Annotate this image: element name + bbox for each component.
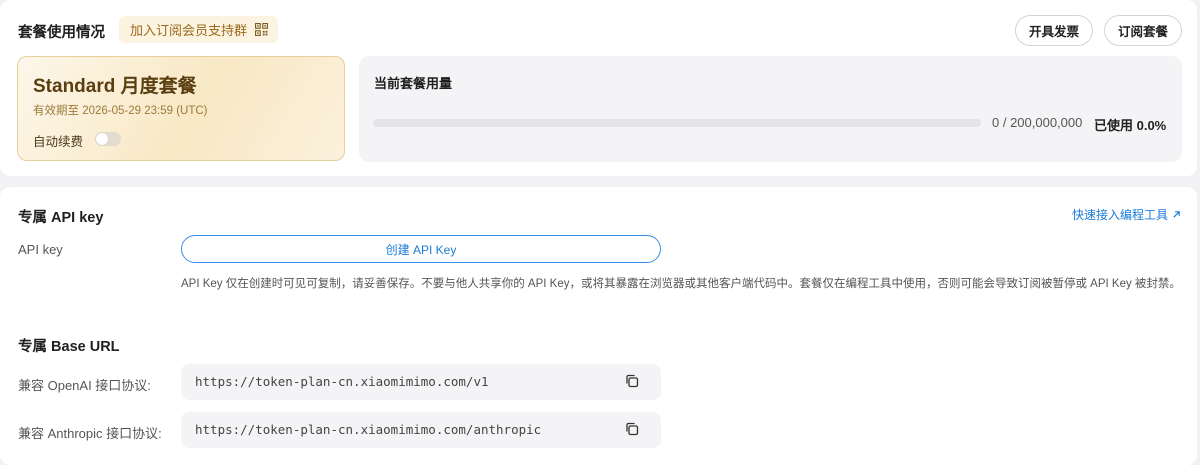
usage-panel: 当前套餐用量 0 / 200,000,000 已使用 0.0% bbox=[359, 56, 1182, 162]
quick-access-link[interactable]: 快速接入编程工具 bbox=[1072, 206, 1181, 223]
base-url-section-title: 专属 Base URL bbox=[18, 339, 120, 355]
copy-icon bbox=[626, 422, 639, 436]
copy-icon bbox=[626, 374, 639, 388]
api-key-label: API key bbox=[18, 242, 63, 257]
plan-usage-card: 套餐使用情况 加入订阅会员支持群 开具发票 订阅套餐 Standard 月度套餐… bbox=[0, 0, 1197, 176]
auto-renew-toggle[interactable] bbox=[95, 132, 121, 146]
copy-openai-url-button[interactable] bbox=[625, 374, 639, 388]
current-plan-card: Standard 月度套餐 有效期至 2026-05-29 23:59 (UTC… bbox=[17, 56, 345, 161]
create-api-key-button[interactable]: 创建 API Key bbox=[181, 235, 661, 263]
usage-progress-bar bbox=[373, 119, 981, 127]
join-member-group-badge[interactable]: 加入订阅会员支持群 bbox=[119, 16, 279, 43]
toggle-knob bbox=[96, 133, 108, 145]
qr-code-icon bbox=[255, 23, 269, 36]
plan-usage-title: 套餐使用情况 bbox=[18, 25, 105, 41]
api-key-section-title: 专属 API key bbox=[18, 210, 104, 226]
subscribe-plan-button[interactable]: 订阅套餐 bbox=[1104, 15, 1182, 46]
anthropic-protocol-label: 兼容 Anthropic 接口协议: bbox=[18, 426, 162, 441]
usage-title: 当前套餐用量 bbox=[374, 76, 453, 91]
usage-count: 0 / 200,000,000 bbox=[992, 115, 1083, 130]
openai-protocol-label: 兼容 OpenAI 接口协议: bbox=[18, 378, 151, 393]
arrow-up-right-icon bbox=[1173, 211, 1180, 218]
plan-name: Standard 月度套餐 bbox=[33, 76, 197, 97]
copy-anthropic-url-button[interactable] bbox=[625, 422, 639, 436]
auto-renew-label: 自动续费 bbox=[33, 135, 84, 149]
quick-access-label: 快速接入编程工具 bbox=[1071, 208, 1168, 222]
issue-invoice-button[interactable]: 开具发票 bbox=[1015, 15, 1093, 46]
openai-url-field: https://token-plan-cn.xiaomimimo.com/v1 bbox=[181, 364, 661, 400]
join-member-group-label: 加入订阅会员支持群 bbox=[130, 23, 248, 38]
anthropic-url-field: https://token-plan-cn.xiaomimimo.com/ant… bbox=[181, 412, 661, 448]
usage-percent: 已使用 0.0% bbox=[1094, 118, 1167, 133]
openai-url-text: https://token-plan-cn.xiaomimimo.com/v1 bbox=[195, 374, 489, 389]
plan-expiry: 有效期至 2026-05-29 23:59 (UTC) bbox=[33, 105, 208, 117]
api-key-notice: API Key 仅在创建时可见可复制，请妥善保存。不要与他人共享你的 API K… bbox=[181, 278, 1181, 290]
api-config-card: 专属 API key 快速接入编程工具 API key 创建 API Key A… bbox=[0, 187, 1197, 465]
anthropic-url-text: https://token-plan-cn.xiaomimimo.com/ant… bbox=[195, 422, 542, 437]
